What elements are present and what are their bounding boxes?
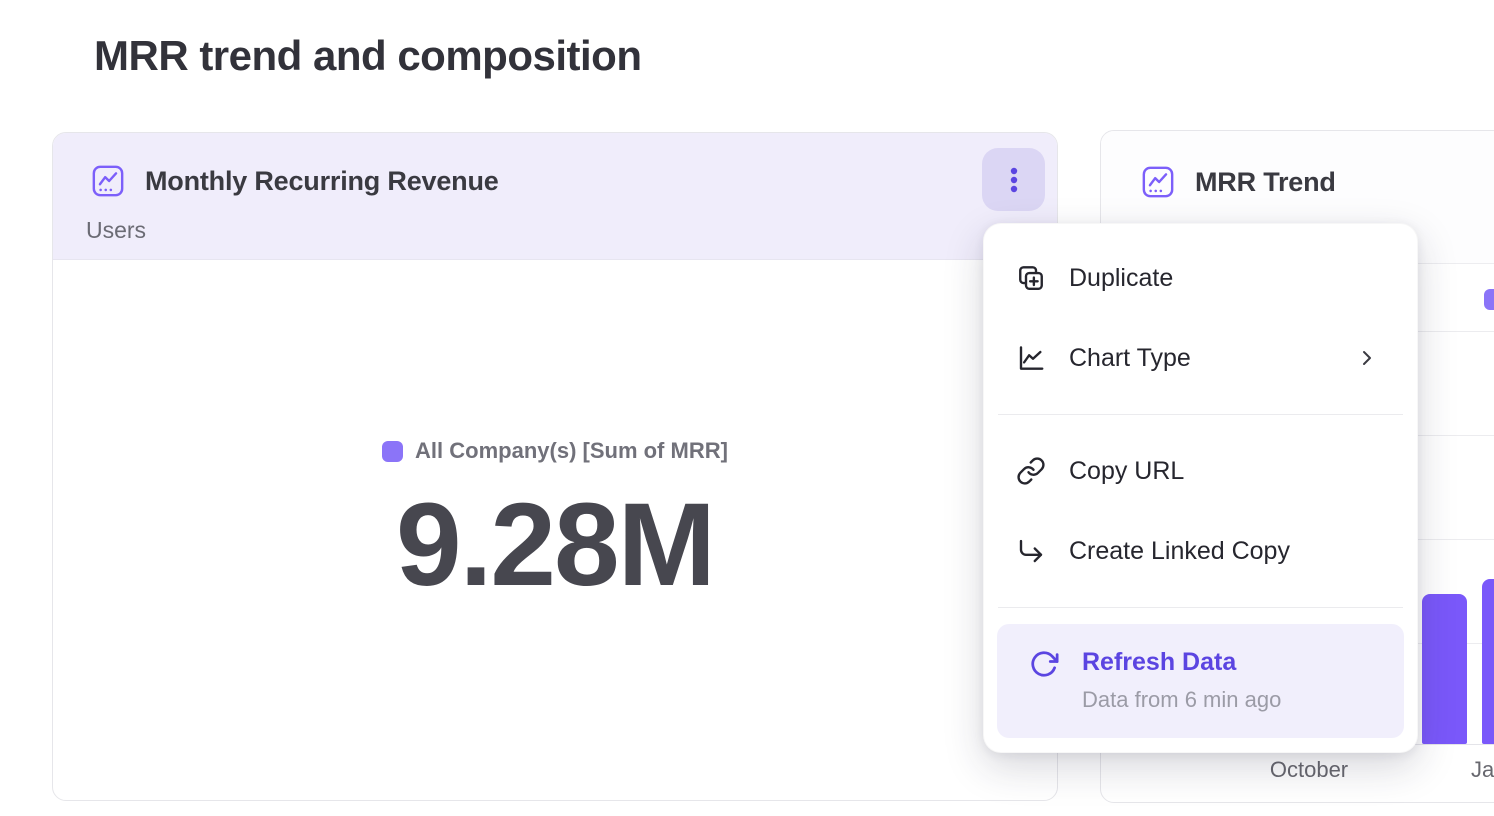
- corner-down-right-icon: [1016, 536, 1046, 566]
- card-menu-button[interactable]: [982, 148, 1045, 211]
- big-number-block: All Company(s) [Sum of MRR] 9.28M: [53, 438, 1057, 604]
- menu-item-chart-type[interactable]: Chart Type: [984, 318, 1417, 398]
- refresh-data-age: Data from 6 min ago: [1082, 687, 1281, 713]
- card-context-menu: Duplicate Chart Type Copy URL Create Lin…: [983, 223, 1418, 753]
- link-icon: [1016, 456, 1046, 486]
- menu-divider: [998, 607, 1403, 608]
- legend-swatch: [1484, 289, 1494, 310]
- bar: [1482, 579, 1494, 744]
- menu-item-duplicate[interactable]: Duplicate: [984, 238, 1417, 318]
- refresh-texts: Refresh Data Data from 6 min ago: [1082, 648, 1281, 738]
- x-tick-label: October: [1270, 757, 1348, 783]
- menu-item-refresh-data[interactable]: Refresh Data Data from 6 min ago: [997, 624, 1404, 738]
- menu-item-label: Refresh Data: [1082, 648, 1281, 677]
- card-monthly-recurring-revenue: Monthly Recurring Revenue Users All Comp…: [52, 132, 1058, 801]
- duplicate-icon: [1016, 263, 1046, 293]
- x-tick-label: Ja: [1471, 757, 1494, 783]
- legend-row: All Company(s) [Sum of MRR]: [382, 438, 728, 464]
- card-title-row: Monthly Recurring Revenue: [91, 164, 499, 198]
- kebab-icon: [997, 163, 1031, 197]
- chart-widget-icon: [1141, 165, 1175, 199]
- big-number-value: 9.28M: [396, 486, 714, 604]
- menu-item-label: Copy URL: [1069, 457, 1379, 486]
- menu-item-label: Duplicate: [1069, 264, 1379, 293]
- legend-label: All Company(s) [Sum of MRR]: [415, 438, 728, 464]
- menu-item-label: Chart Type: [1069, 344, 1332, 373]
- menu-item-copy-url[interactable]: Copy URL: [984, 431, 1417, 511]
- page-title: MRR trend and composition: [94, 32, 642, 80]
- menu-divider: [998, 414, 1403, 415]
- card-header: Monthly Recurring Revenue Users: [53, 133, 1057, 260]
- chart-widget-icon: [91, 164, 125, 198]
- refresh-icon: [1029, 649, 1059, 679]
- bar: [1422, 594, 1467, 744]
- legend-swatch: [382, 441, 403, 462]
- card-title-row: MRR Trend: [1141, 165, 1336, 199]
- menu-item-label: Create Linked Copy: [1069, 537, 1379, 566]
- card-title: Monthly Recurring Revenue: [145, 166, 499, 197]
- chart-type-icon: [1016, 343, 1046, 373]
- card-title: MRR Trend: [1195, 167, 1336, 198]
- menu-item-create-linked-copy[interactable]: Create Linked Copy: [984, 511, 1417, 591]
- chevron-right-icon: [1355, 346, 1379, 370]
- card-subtitle: Users: [86, 217, 146, 244]
